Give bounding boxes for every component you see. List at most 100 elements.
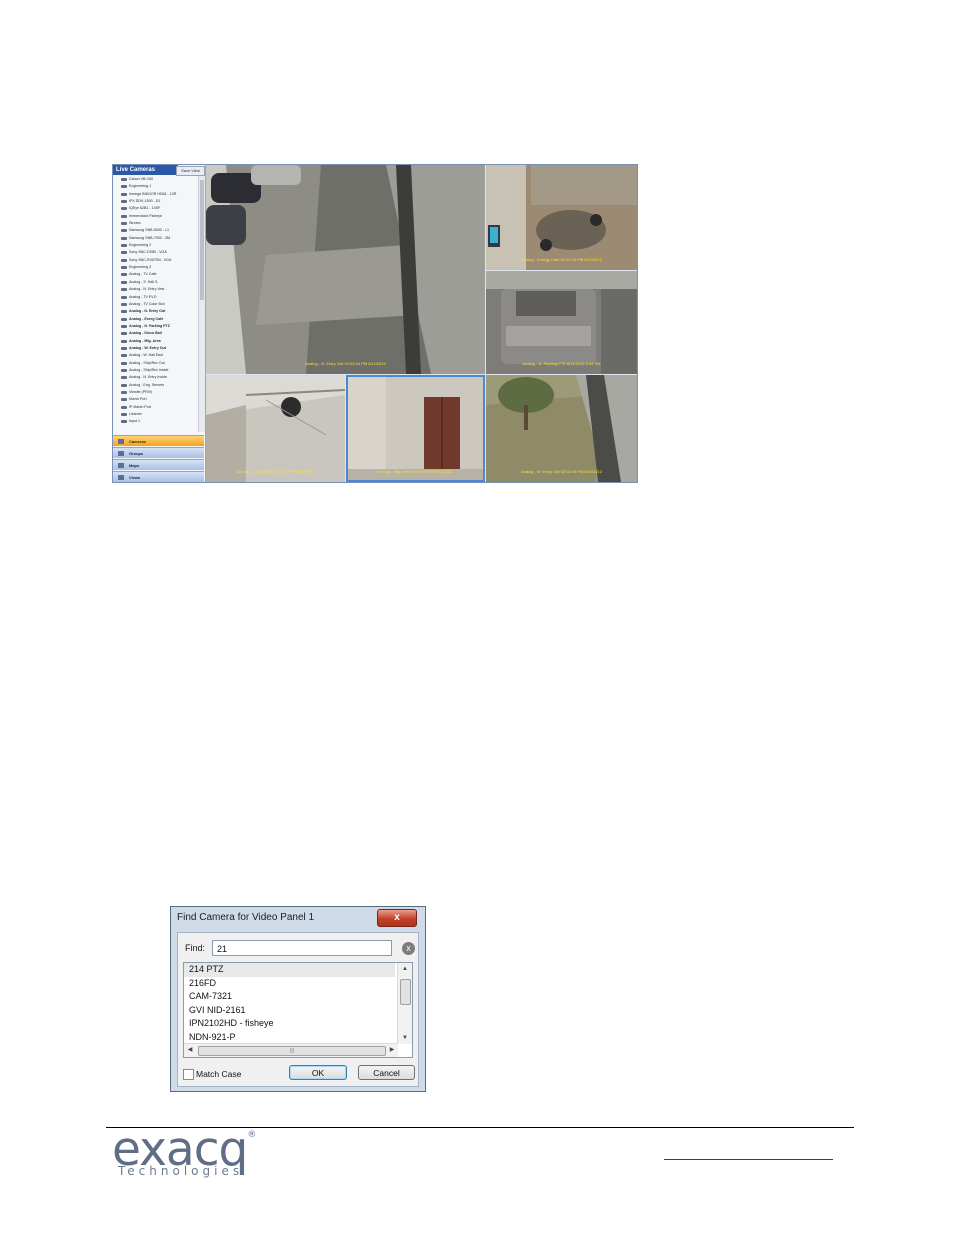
results-horizontal-scrollbar[interactable]: ◀ ||| ▶ xyxy=(184,1043,398,1057)
camera-icon xyxy=(121,185,127,189)
match-case-checkbox[interactable] xyxy=(183,1069,194,1080)
camera-tree-item[interactable]: Input 1 xyxy=(115,418,197,425)
scroll-thumb[interactable] xyxy=(400,979,411,1005)
camera-icon xyxy=(121,361,127,365)
camera-icon xyxy=(121,390,127,394)
views-icon xyxy=(118,475,124,480)
camera-tree-item[interactable]: Canon VB-C60 xyxy=(115,176,197,183)
nav-label: Views xyxy=(129,475,141,480)
camera-tree-label: Engineering 3 xyxy=(129,265,152,270)
camera-tree-label: Engineering 1 xyxy=(129,184,152,189)
camera-tree-item[interactable]: Iomega INDOOR HD64 - 10R xyxy=(115,191,197,198)
scroll-thumb-horizontal[interactable]: ||| xyxy=(198,1046,386,1056)
scroll-left-icon[interactable]: ◀ xyxy=(184,1044,196,1057)
camera-tree-item[interactable]: Sony SNC-DS80 - VGA xyxy=(115,249,197,256)
camera-icon xyxy=(121,207,127,211)
results-vertical-scrollbar[interactable]: ▲ ▼ xyxy=(397,963,412,1044)
camera-tree-item[interactable]: Immervision Fisheye xyxy=(115,213,197,220)
camera-tree-item[interactable]: Analog - N. Entry Inside xyxy=(115,374,197,381)
camera-tree-item[interactable]: Analog - W. Hall East xyxy=(115,352,197,359)
camera-tree-item[interactable]: Analog - TV Color Box xyxy=(115,301,197,308)
camera-tree-label: Analog - Disco Ball xyxy=(129,331,162,336)
nav-maps-button[interactable]: Maps xyxy=(113,459,204,470)
camera-tree-item[interactable]: Analog - TV EVO xyxy=(115,294,197,301)
video-panel-disco-ball[interactable]: Analog - Disco Ball 02:02:44 PM 6/11/201… xyxy=(206,375,345,482)
groups-icon xyxy=(118,451,124,456)
close-icon: x xyxy=(394,912,400,923)
camera-tree-item[interactable]: Engineering 3 xyxy=(115,264,197,271)
camera-tree-item[interactable]: Marsh Port xyxy=(115,396,197,403)
camera-tree-label: Input 1 xyxy=(129,419,140,424)
camera-tree-item[interactable]: Analog - TV Cafe xyxy=(115,271,197,278)
camera-icon xyxy=(121,273,127,277)
camera-tree-label: Analog - TV Cafe xyxy=(129,272,157,277)
camera-tree-item[interactable]: Analog - W. Entry Out xyxy=(115,345,197,352)
parking-lot-image xyxy=(206,165,485,374)
video-panel-mfg-area[interactable]: Analog - Mfg. Area 02:02:44 PM 6/11/2012 xyxy=(346,375,485,482)
camera-tree-item[interactable]: Engineering 1 xyxy=(115,183,197,190)
camera-results-list[interactable]: 214 PTZ 216FD CAM-7321 GVI NID-2161 IPN2102H… xyxy=(183,962,413,1058)
find-input[interactable]: 21 xyxy=(212,940,392,956)
camera-tree-item[interactable]: Viewlet (PRIV) xyxy=(115,389,197,396)
camera-tree-item[interactable]: Stream xyxy=(115,220,197,227)
camera-tree-label: Listener xyxy=(129,412,142,416)
camera-icon xyxy=(121,302,127,306)
nav-cameras-button[interactable]: Cameras xyxy=(113,435,204,446)
nav-groups-button[interactable]: Groups xyxy=(113,447,204,458)
scroll-right-icon[interactable]: ▶ xyxy=(386,1044,398,1057)
camera-tree-item[interactable]: Analog - N. Entry Out xyxy=(115,308,197,315)
camera-tree-item[interactable]: Samsung SNB-7000 - 3M xyxy=(115,235,197,242)
camera-tree-item[interactable]: Analog - Disco Ball xyxy=(115,330,197,337)
camera-tree-item[interactable]: Analog - Ship/Rec Inside xyxy=(115,367,197,374)
camera-icon xyxy=(121,332,127,336)
video-panel-label: Analog - Mfg. Area 02:02:44 PM 6/11/2012 xyxy=(377,469,454,474)
cameras-icon xyxy=(118,439,124,444)
camera-tree-item[interactable]: Analog - Energ Cafe xyxy=(115,316,197,323)
camera-tree-item[interactable]: IPX DDK-1500 - D1 xyxy=(115,198,197,205)
scroll-up-icon[interactable]: ▲ xyxy=(398,963,412,975)
video-panel-n-entry-out[interactable]: Analog - N. Entry Out 02:02:44 PM 6/11/2… xyxy=(206,165,485,374)
ok-button[interactable]: OK xyxy=(289,1065,347,1080)
camera-tree-item[interactable]: IQEye 62B1 - 14SF xyxy=(115,205,197,212)
nav-views-button[interactable]: Views xyxy=(113,471,204,482)
result-item[interactable]: IPN2102HD - fisheye xyxy=(184,1017,395,1031)
video-panel-label: Analog - N. Parking PTZ 6/11/2012 2:44 P… xyxy=(522,361,601,366)
clear-search-button[interactable]: x xyxy=(402,942,415,955)
result-item[interactable]: CAM-7321 xyxy=(184,990,395,1004)
maps-icon xyxy=(118,463,124,468)
camera-icon xyxy=(121,192,127,196)
camera-icon xyxy=(121,346,127,350)
result-item[interactable]: 214 PTZ xyxy=(184,963,395,977)
camera-tree-label: Analog - N. Parking PTZ xyxy=(129,323,170,328)
camera-tree-item[interactable]: Samsung SNB-5000 - L1 xyxy=(115,227,197,234)
video-panel-w-entry-out[interactable]: Analog - W. Entry Out 02:02:44 PM 6/11/2… xyxy=(486,375,637,482)
camera-icon xyxy=(121,324,127,328)
camera-tree-item[interactable]: Listener xyxy=(115,411,197,418)
camera-tree-label: IPX DDK-1500 - D1 xyxy=(129,199,161,204)
camera-tree-item[interactable]: Analog - Eng. Servers xyxy=(115,382,197,389)
camera-tree-label: Analog - W. Entry Out xyxy=(129,345,166,350)
close-button[interactable]: x xyxy=(377,909,417,927)
camera-tree-item[interactable]: Analog - Mfg. Area xyxy=(115,338,197,345)
camera-tree-label: Analog - Mfg. Area xyxy=(129,338,161,343)
camera-tree-item[interactable]: Analog - N. Parking PTZ xyxy=(115,323,197,330)
result-item[interactable]: 216FD xyxy=(184,977,395,991)
save-view-tab[interactable]: Save View xyxy=(176,166,205,176)
tree-scrollbar[interactable] xyxy=(198,176,205,432)
camera-tree-item[interactable]: Engineering 2 xyxy=(115,242,197,249)
video-panel-energy-cafe[interactable]: Analog - Energy Cafe 02:02:44 PM 6/11/20… xyxy=(486,165,637,270)
camera-tree-label: Samsung SNB-5000 - L1 xyxy=(129,228,169,233)
cancel-button[interactable]: Cancel xyxy=(358,1065,415,1080)
scroll-down-icon[interactable]: ▼ xyxy=(398,1032,412,1044)
camera-tree-item[interactable]: Analog - N. Entry Vest xyxy=(115,286,197,293)
video-panel-n-parking-ptz[interactable]: Analog - N. Parking PTZ 6/11/2012 2:44 P… xyxy=(486,271,637,374)
camera-icon xyxy=(121,200,127,204)
footer-link[interactable] xyxy=(664,1159,833,1160)
camera-tree-item[interactable]: Analog - S. Hall S. xyxy=(115,279,197,286)
result-item[interactable]: GVI NID-2161 xyxy=(184,1004,395,1018)
camera-tree-item[interactable]: Sony SNC-RX570N - VGA xyxy=(115,257,197,264)
camera-tree-item[interactable]: Analog - Ship/Rec Out xyxy=(115,360,197,367)
camera-tree-label: Iomega INDOOR HD64 - 10R xyxy=(129,191,177,196)
camera-icon xyxy=(121,405,127,409)
camera-tree-item[interactable]: IP Marsh Port xyxy=(115,404,197,411)
